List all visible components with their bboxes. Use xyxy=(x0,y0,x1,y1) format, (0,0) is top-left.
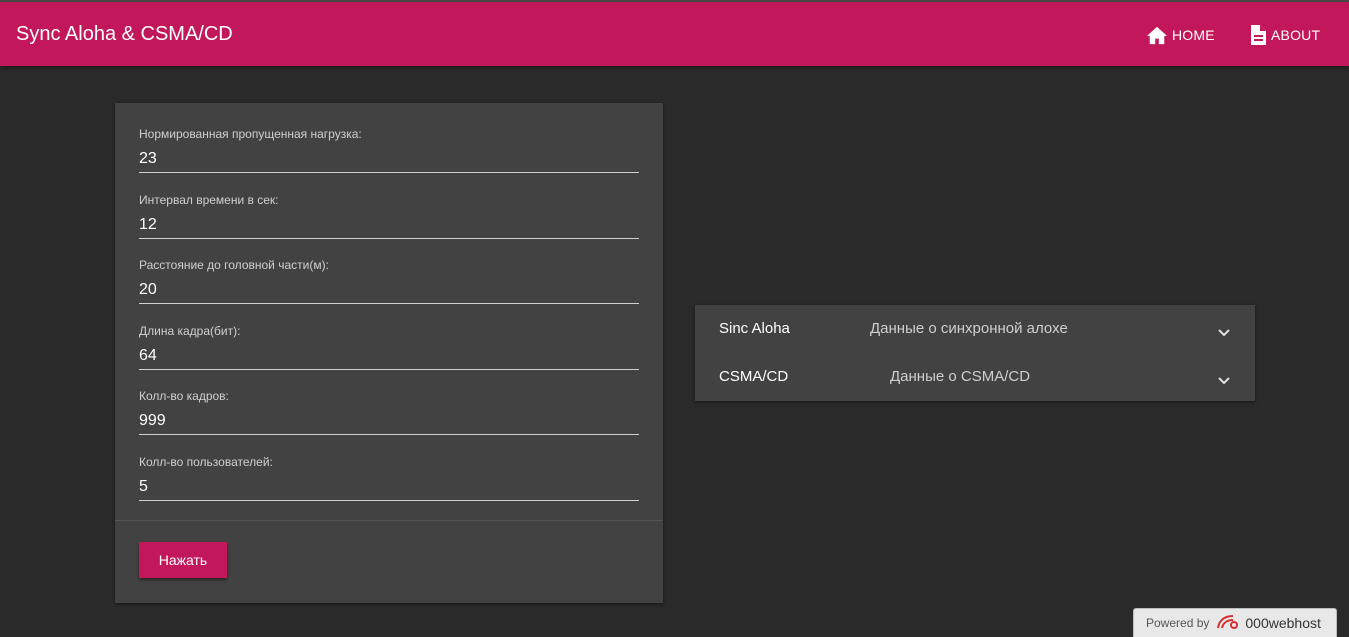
field-label: Колл-во кадров: xyxy=(139,389,229,403)
powered-by-label: Powered by xyxy=(1146,616,1210,630)
chevron-down-icon xyxy=(1217,325,1231,343)
normalized-load-input[interactable] xyxy=(139,145,639,173)
field-frame-length: Длина кадра(бит): xyxy=(139,324,639,370)
host-name: 000webhost xyxy=(1245,615,1321,631)
field-label: Нормированная пропущенная нагрузка: xyxy=(139,127,362,141)
field-user-count: Колл-во пользователей: xyxy=(139,455,639,501)
field-label: Колл-во пользователей: xyxy=(139,455,273,469)
frame-length-input[interactable] xyxy=(139,342,639,370)
time-interval-input[interactable] xyxy=(139,211,639,239)
accordion-item-title: Sinc Aloha xyxy=(719,320,790,337)
frame-count-input[interactable] xyxy=(139,407,639,435)
accordion-item-title: CSMA/CD xyxy=(719,368,789,385)
document-icon xyxy=(1249,24,1267,46)
home-icon xyxy=(1146,25,1168,45)
field-distance: Расстояние до головной части(м): xyxy=(139,258,639,304)
app-title: Sync Aloha & CSMA/CD xyxy=(16,23,233,45)
parameters-form-card: Нормированная пропущенная нагрузка: Инте… xyxy=(115,103,663,603)
nav-about-label: ABOUT xyxy=(1271,27,1321,43)
field-label: Длина кадра(бит): xyxy=(139,324,241,338)
nav-home-label: HOME xyxy=(1172,27,1215,43)
distance-input[interactable] xyxy=(139,276,639,304)
nav-about-button[interactable]: ABOUT xyxy=(1249,22,1320,48)
results-accordion: Sinc Aloha Данные о синхронной алохе CSM… xyxy=(695,305,1255,401)
field-time-interval: Интервал времени в сек: xyxy=(139,193,639,239)
user-count-input[interactable] xyxy=(139,473,639,501)
accordion-item-description: Данные о CSMA/CD xyxy=(890,368,1031,385)
submit-button[interactable]: Нажать xyxy=(139,542,227,578)
accordion-item-sync-aloha[interactable]: Sinc Aloha Данные о синхронной алохе xyxy=(695,305,1255,353)
chevron-down-icon xyxy=(1217,373,1231,391)
field-normalized-load: Нормированная пропущенная нагрузка: xyxy=(139,127,639,173)
card-divider xyxy=(115,520,663,521)
powered-by-badge[interactable]: Powered by 000webhost xyxy=(1133,608,1337,637)
app-bar: Sync Aloha & CSMA/CD HOME ABOUT xyxy=(0,2,1349,66)
field-label: Расстояние до головной части(м): xyxy=(139,258,329,272)
field-frame-count: Колл-во кадров: xyxy=(139,389,639,435)
accordion-item-csma-cd[interactable]: CSMA/CD Данные о CSMA/CD xyxy=(695,353,1255,401)
accordion-item-description: Данные о синхронной алохе xyxy=(870,320,1068,337)
nav-home-button[interactable]: HOME xyxy=(1146,22,1215,48)
field-label: Интервал времени в сек: xyxy=(139,193,279,207)
000webhost-logo-icon xyxy=(1215,613,1239,634)
